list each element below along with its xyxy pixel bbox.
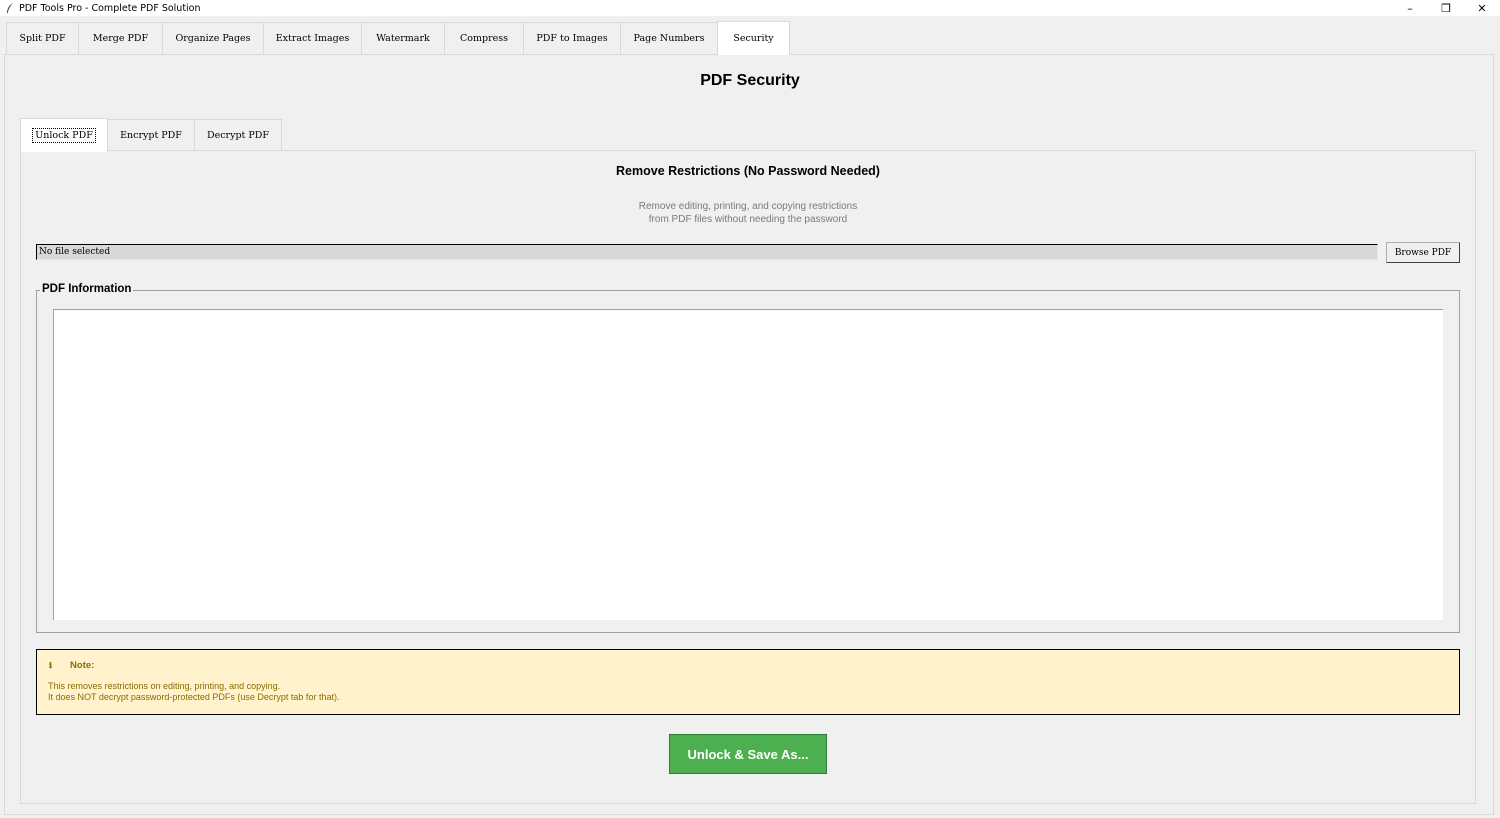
pdf-information-label: PDF Information (40, 283, 134, 295)
tab-merge-pdf[interactable]: Merge PDF (78, 22, 163, 54)
tab-decrypt-pdf[interactable]: Decrypt PDF (194, 119, 282, 151)
tab-security[interactable]: Security (717, 21, 790, 55)
tab-unlock-pdf-label: Unlock PDF (32, 128, 96, 143)
main-tab-bar: Split PDF Merge PDF Organize Pages Extra… (6, 21, 790, 55)
info-icon: ℹ (49, 661, 53, 670)
window-controls: – ❐ ✕ (1392, 0, 1500, 16)
page-title: PDF Security (700, 72, 800, 89)
note-box: ℹ Note: This removes restrictions on edi… (36, 649, 1460, 715)
window-title: PDF Tools Pro - Complete PDF Solution (19, 2, 201, 14)
title-bar: PDF Tools Pro - Complete PDF Solution – … (0, 0, 1500, 16)
tab-unlock-pdf[interactable]: Unlock PDF (20, 118, 108, 152)
tab-organize-pages[interactable]: Organize Pages (162, 22, 264, 54)
pdf-information-textbox[interactable] (53, 309, 1443, 620)
unlock-save-button[interactable]: Unlock & Save As... (669, 734, 827, 774)
close-button[interactable]: ✕ (1464, 0, 1500, 16)
description-line-2: from PDF files without needing the passw… (648, 214, 848, 225)
tab-compress[interactable]: Compress (444, 22, 524, 54)
minimize-button[interactable]: – (1392, 0, 1428, 16)
security-sub-tab-bar: Unlock PDF Encrypt PDF Decrypt PDF (20, 118, 282, 152)
description-line-1: Remove editing, printing, and copying re… (638, 201, 858, 212)
note-line-2: It does NOT decrypt password-protected P… (48, 692, 340, 702)
restore-button[interactable]: ❐ (1428, 0, 1464, 16)
note-heading: ℹ Note: (49, 660, 94, 671)
tab-pdf-to-images[interactable]: PDF to Images (523, 22, 621, 54)
note-line-1: This removes restrictions on editing, pr… (48, 681, 281, 691)
tab-encrypt-pdf[interactable]: Encrypt PDF (107, 119, 195, 151)
feather-icon (5, 2, 15, 14)
tab-page-numbers[interactable]: Page Numbers (620, 22, 718, 54)
tab-watermark[interactable]: Watermark (361, 22, 445, 54)
note-text: This removes restrictions on editing, pr… (48, 681, 339, 703)
section-title: Remove Restrictions (No Password Needed) (616, 164, 880, 178)
selected-file-field[interactable]: No file selected (36, 244, 1378, 260)
description: Remove editing, printing, and copying re… (0, 200, 1496, 226)
note-heading-label: Note: (70, 660, 95, 671)
tab-extract-images[interactable]: Extract Images (263, 22, 362, 54)
tab-split-pdf[interactable]: Split PDF (6, 22, 79, 54)
browse-pdf-button[interactable]: Browse PDF (1386, 242, 1460, 263)
